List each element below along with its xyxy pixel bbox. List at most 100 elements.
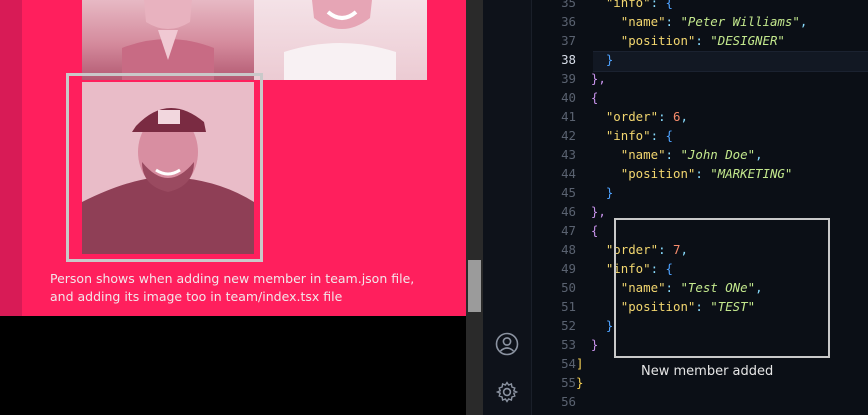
code-token: "position" — [620, 33, 696, 48]
code-line: "order": 6, — [576, 107, 688, 126]
code-token: } — [605, 52, 614, 67]
account-icon[interactable] — [495, 332, 519, 356]
preview-caption: Person shows when adding new member in t… — [50, 270, 450, 306]
code-line: } — [576, 50, 613, 69]
code-token: { — [665, 0, 673, 10]
code-line: "info": { — [576, 0, 673, 12]
code-token: } — [590, 337, 599, 352]
line-number: 49 — [561, 261, 576, 276]
line-number: 45 — [561, 185, 576, 200]
code-token: { — [665, 128, 673, 143]
code-token: : — [650, 128, 666, 143]
code-token: "Peter Williams" — [680, 14, 800, 29]
line-number: 51 — [561, 299, 576, 314]
code-token: "MARKETING" — [710, 166, 793, 181]
code-line: ] — [576, 354, 583, 373]
activity-bar — [483, 0, 532, 415]
code-line: { — [576, 88, 598, 107]
code-line: { — [576, 221, 598, 240]
line-number: 41 — [561, 109, 576, 124]
code-token: } — [576, 375, 584, 390]
code-token: { — [590, 90, 599, 105]
code-token: } — [605, 185, 614, 200]
code-token: "order" — [605, 109, 659, 124]
code-token: "John Doe" — [680, 147, 756, 162]
line-number: 35 — [561, 0, 576, 10]
preview-scrollbar[interactable] — [466, 0, 483, 415]
new-entry-caption: New member added — [641, 364, 774, 379]
code-token: : — [665, 14, 681, 29]
line-number: 54 — [561, 356, 576, 371]
code-token: "info" — [605, 128, 651, 143]
team-member-photo — [82, 0, 254, 80]
line-number: 36 — [561, 14, 576, 29]
code-token: }, — [590, 204, 606, 219]
code-line: }, — [576, 202, 606, 221]
code-token: "position" — [620, 166, 696, 181]
code-line: } — [576, 316, 613, 335]
caption-line-2: and adding its image too in team/index.t… — [50, 289, 343, 304]
code-token: : — [695, 166, 711, 181]
code-token: : — [650, 0, 666, 10]
code-line: "name": "John Doe", — [576, 145, 763, 164]
code-token: "DESIGNER" — [710, 33, 785, 48]
code-token: : — [665, 147, 681, 162]
code-token: , — [680, 109, 688, 124]
code-line: "position": "DESIGNER" — [576, 31, 785, 50]
code-token: ] — [576, 356, 584, 371]
line-number: 46 — [561, 204, 576, 219]
code-line: } — [576, 373, 583, 392]
line-number: 47 — [561, 223, 576, 238]
code-line: } — [576, 183, 613, 202]
line-number: 56 — [561, 394, 576, 409]
line-number: 43 — [561, 147, 576, 162]
code-token: { — [590, 223, 599, 238]
line-number: 37 — [561, 33, 576, 48]
code-token: : — [658, 109, 673, 124]
code-token: }, — [590, 71, 606, 86]
line-number: 53 — [561, 337, 576, 352]
line-number: 52 — [561, 318, 576, 333]
code-token: : — [695, 33, 711, 48]
line-number: 44 — [561, 166, 576, 181]
line-number: 38 — [561, 52, 576, 67]
code-token: , — [755, 147, 763, 162]
line-number: 42 — [561, 128, 576, 143]
section-edge — [0, 0, 22, 316]
preview-scrollbar-thumb[interactable] — [468, 260, 481, 312]
code-token: , — [799, 14, 808, 29]
code-token: } — [605, 318, 614, 333]
line-number: 50 — [561, 280, 576, 295]
new-entry-highlight-box — [614, 218, 830, 358]
code-token: "name" — [620, 14, 666, 29]
code-token: "info" — [605, 0, 651, 10]
line-number: 48 — [561, 242, 576, 257]
code-line: "name": "Peter Williams", — [576, 12, 808, 31]
code-line: "info": { — [576, 126, 673, 145]
caption-line-1: Person shows when adding new member in t… — [50, 271, 415, 286]
line-number: 39 — [561, 71, 576, 86]
line-number-gutter: 35 36 37 38 39 40 41 42 43 44 45 46 47 48 49 50 51 52 53 54… — [531, 0, 576, 415]
code-token: "name" — [620, 147, 666, 162]
team-member-photo — [254, 0, 427, 80]
code-line: } — [576, 335, 598, 354]
browser-preview: Person shows when adding new member in t… — [0, 0, 483, 415]
gear-icon[interactable] — [495, 380, 519, 404]
